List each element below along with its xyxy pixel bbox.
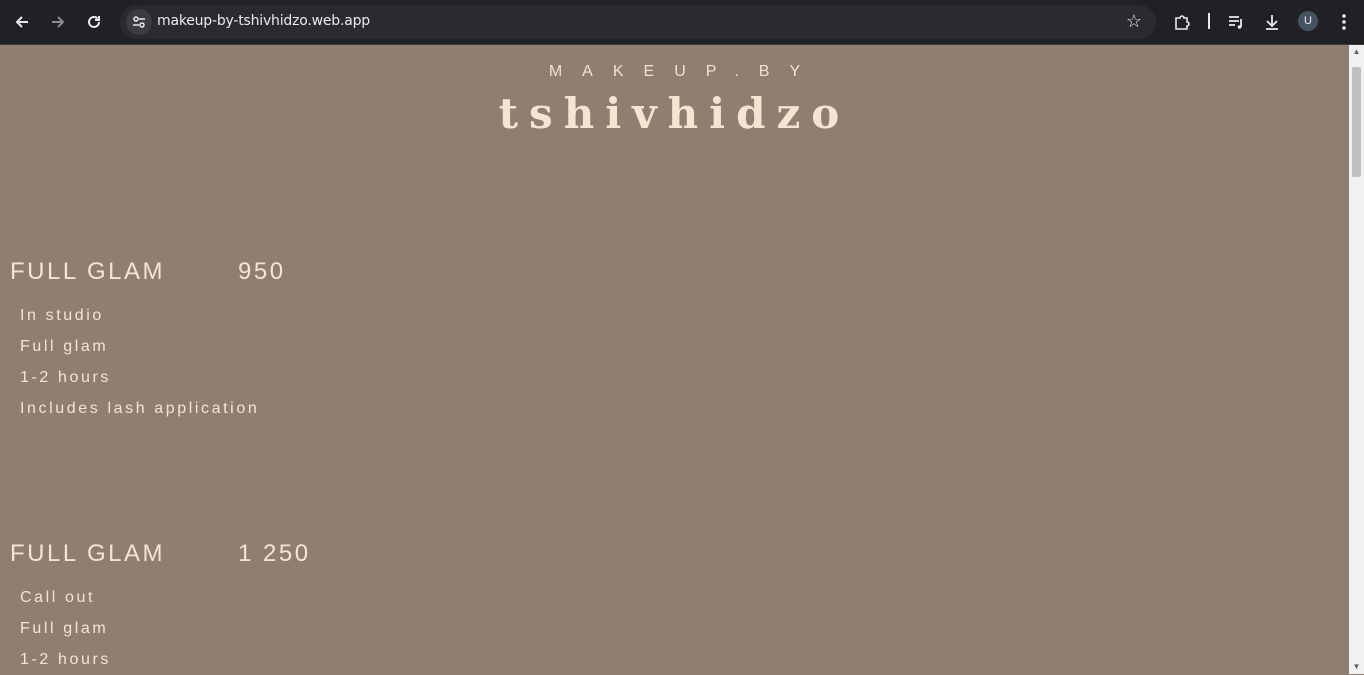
list-item: Full glam — [20, 620, 109, 637]
download-icon[interactable] — [1260, 10, 1284, 34]
address-bar[interactable]: makeup-by-tshivhidzo.web.app ☆ — [120, 5, 1156, 39]
reload-icon[interactable] — [82, 10, 106, 34]
playlist-icon[interactable] — [1224, 10, 1248, 34]
puzzle-icon[interactable] — [1170, 10, 1194, 34]
star-icon[interactable]: ☆ — [1126, 11, 1142, 32]
list-item: 1-2 hours — [20, 369, 111, 386]
list-item: Full glam — [20, 338, 109, 355]
toolbar-divider — [1208, 13, 1210, 29]
scrollbar[interactable]: ▲ ▼ — [1349, 45, 1364, 674]
list-item: Includes lash application — [20, 400, 260, 417]
package-header: FULL GLAM 1 250 — [10, 540, 311, 568]
list-item: 1-2 hours — [20, 651, 111, 668]
back-arrow-icon[interactable] — [10, 10, 34, 34]
package-title: FULL GLAM — [10, 540, 165, 567]
url-text[interactable]: makeup-by-tshivhidzo.web.app — [157, 13, 370, 29]
kebab-menu-icon[interactable] — [1332, 10, 1356, 34]
scroll-up-arrow-icon[interactable]: ▲ — [1352, 48, 1361, 56]
package-card: FULL GLAM 1 250 Call out Full glam 1-2 h… — [10, 540, 311, 675]
list-item: In studio — [20, 307, 104, 324]
scroll-down-arrow-icon[interactable]: ▼ — [1352, 663, 1361, 671]
package-card: FULL GLAM 950 In studio Full glam 1-2 ho… — [10, 258, 286, 424]
browser-toolbar: makeup-by-tshivhidzo.web.app ☆ U — [0, 0, 1364, 45]
page-content: MAKEUP.BY tshivhidzo FULL GLAM 950 In st… — [0, 45, 1349, 674]
forward-arrow-icon[interactable] — [46, 10, 70, 34]
brand-name: tshivhidzo — [498, 89, 851, 138]
package-items: Call out Full glam 1-2 hours — [10, 582, 311, 675]
package-items: In studio Full glam 1-2 hours Includes l… — [10, 300, 286, 424]
package-title: FULL GLAM — [10, 258, 165, 285]
avatar[interactable]: U — [1298, 11, 1318, 31]
list-item: Call out — [20, 589, 96, 606]
package-price: 950 — [238, 258, 286, 285]
brand-tagline: MAKEUP.BY — [548, 63, 821, 80]
scroll-thumb[interactable] — [1352, 67, 1361, 177]
package-header: FULL GLAM 950 — [10, 258, 286, 286]
package-price: 1 250 — [238, 540, 311, 567]
tune-icon[interactable] — [126, 9, 152, 35]
